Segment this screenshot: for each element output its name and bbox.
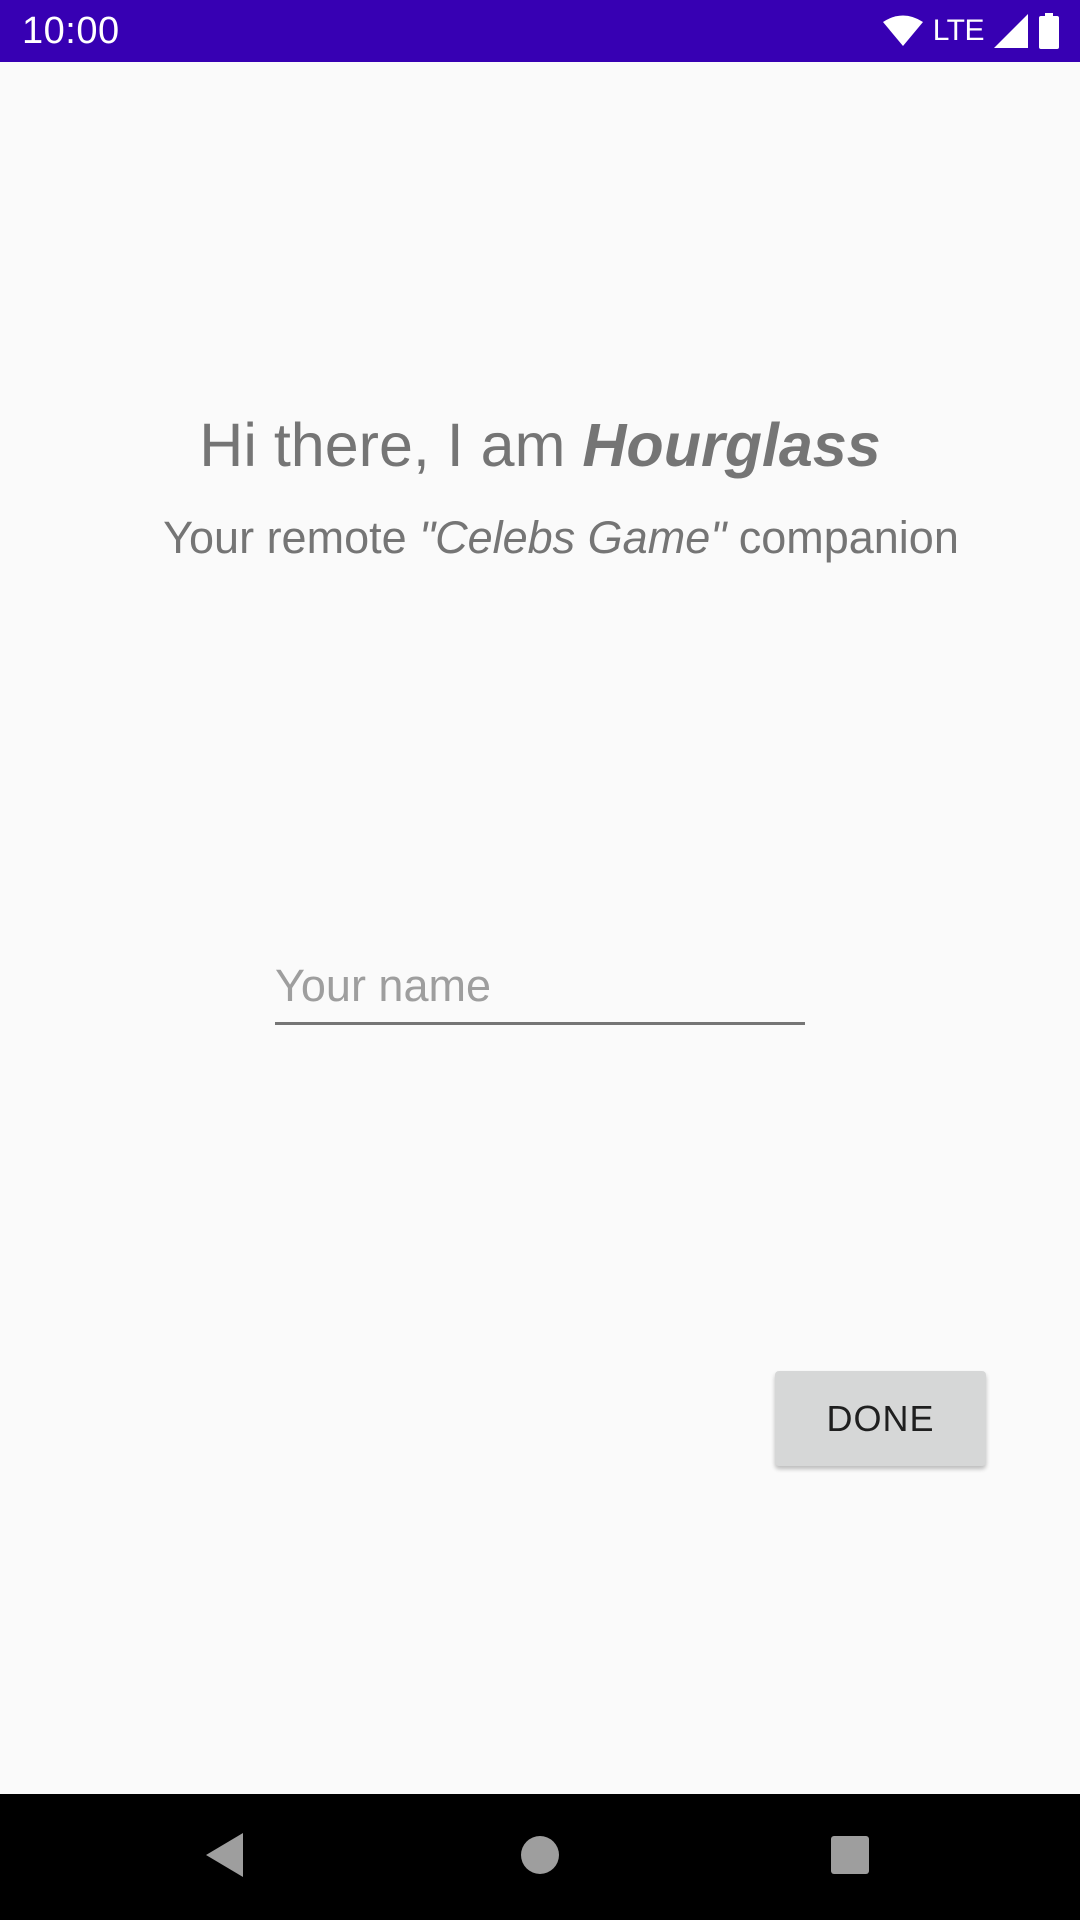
app-name: Hourglass xyxy=(582,411,881,479)
subtitle-prefix: Your remote xyxy=(163,512,420,563)
recents-button[interactable] xyxy=(780,1794,920,1920)
navigation-bar xyxy=(0,1794,1080,1920)
greeting-title: Hi there, I am Hourglass xyxy=(0,405,1080,485)
status-bar: 10:00 LTE xyxy=(0,0,1080,62)
status-time: 10:00 xyxy=(22,10,120,52)
home-icon xyxy=(520,1835,560,1880)
done-button[interactable]: DONE xyxy=(775,1371,986,1466)
status-icons: LTE xyxy=(882,12,1060,50)
game-name: "Celebs Game" xyxy=(419,512,727,563)
back-button[interactable] xyxy=(155,1794,295,1920)
greeting-prefix: Hi there, I am xyxy=(199,411,583,479)
network-type-label: LTE xyxy=(932,14,985,47)
cell-signal-icon xyxy=(994,14,1028,48)
wifi-icon xyxy=(882,15,923,47)
back-icon xyxy=(203,1831,247,1884)
recents-icon xyxy=(830,1835,870,1880)
battery-icon xyxy=(1038,13,1060,49)
name-input[interactable] xyxy=(275,950,805,1025)
home-button[interactable] xyxy=(470,1794,610,1920)
subtitle: Your remote "Celebs Game" companion xyxy=(0,508,1080,568)
screen: 10:00 LTE Hi there, I am Hourglass Your … xyxy=(0,0,1080,1920)
subtitle-suffix: companion xyxy=(726,512,959,563)
